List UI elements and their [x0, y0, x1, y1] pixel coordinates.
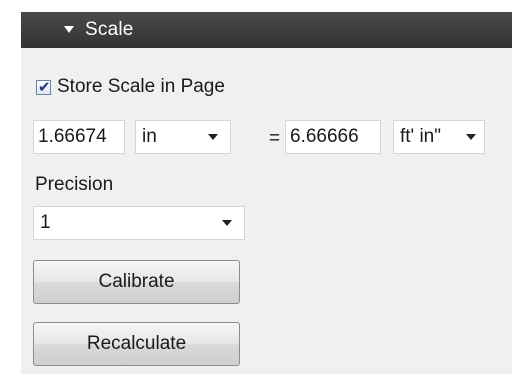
scale-panel: Scale ✔ Store Scale in Page 1.66674 in =…	[0, 0, 512, 374]
real-unit-select[interactable]: ft' in"	[393, 120, 485, 154]
chevron-down-icon[interactable]	[208, 134, 218, 140]
scale-section-header[interactable]: Scale	[21, 12, 512, 48]
collapse-triangle-icon[interactable]	[64, 26, 74, 33]
real-unit-value: ft' in"	[400, 126, 441, 147]
recalculate-button[interactable]: Recalculate	[33, 322, 240, 366]
chevron-down-icon[interactable]	[466, 134, 476, 140]
calibrate-button[interactable]: Calibrate	[33, 260, 240, 304]
precision-value: 1	[40, 212, 51, 233]
precision-label: Precision	[35, 174, 114, 195]
checkmark-icon: ✔	[38, 77, 51, 96]
page-unit-select[interactable]: in	[135, 120, 231, 154]
page-unit-value: in	[142, 126, 157, 147]
equals-sign: =	[269, 128, 281, 149]
chevron-down-icon[interactable]	[222, 220, 232, 226]
page-scale-input[interactable]: 1.66674	[33, 120, 125, 154]
store-scale-checkbox[interactable]: ✔	[36, 77, 51, 96]
store-scale-row[interactable]: ✔ Store Scale in Page	[36, 76, 225, 98]
page-scale-value: 1.66674	[38, 126, 107, 147]
precision-select[interactable]: 1	[33, 206, 245, 240]
section-title: Scale	[85, 19, 134, 40]
store-scale-label[interactable]: Store Scale in Page	[57, 76, 225, 98]
real-scale-input[interactable]: 6.66666	[285, 120, 381, 154]
scale-section-body: ✔ Store Scale in Page 1.66674 in = 6.666…	[21, 48, 512, 374]
real-scale-value: 6.66666	[290, 126, 359, 147]
